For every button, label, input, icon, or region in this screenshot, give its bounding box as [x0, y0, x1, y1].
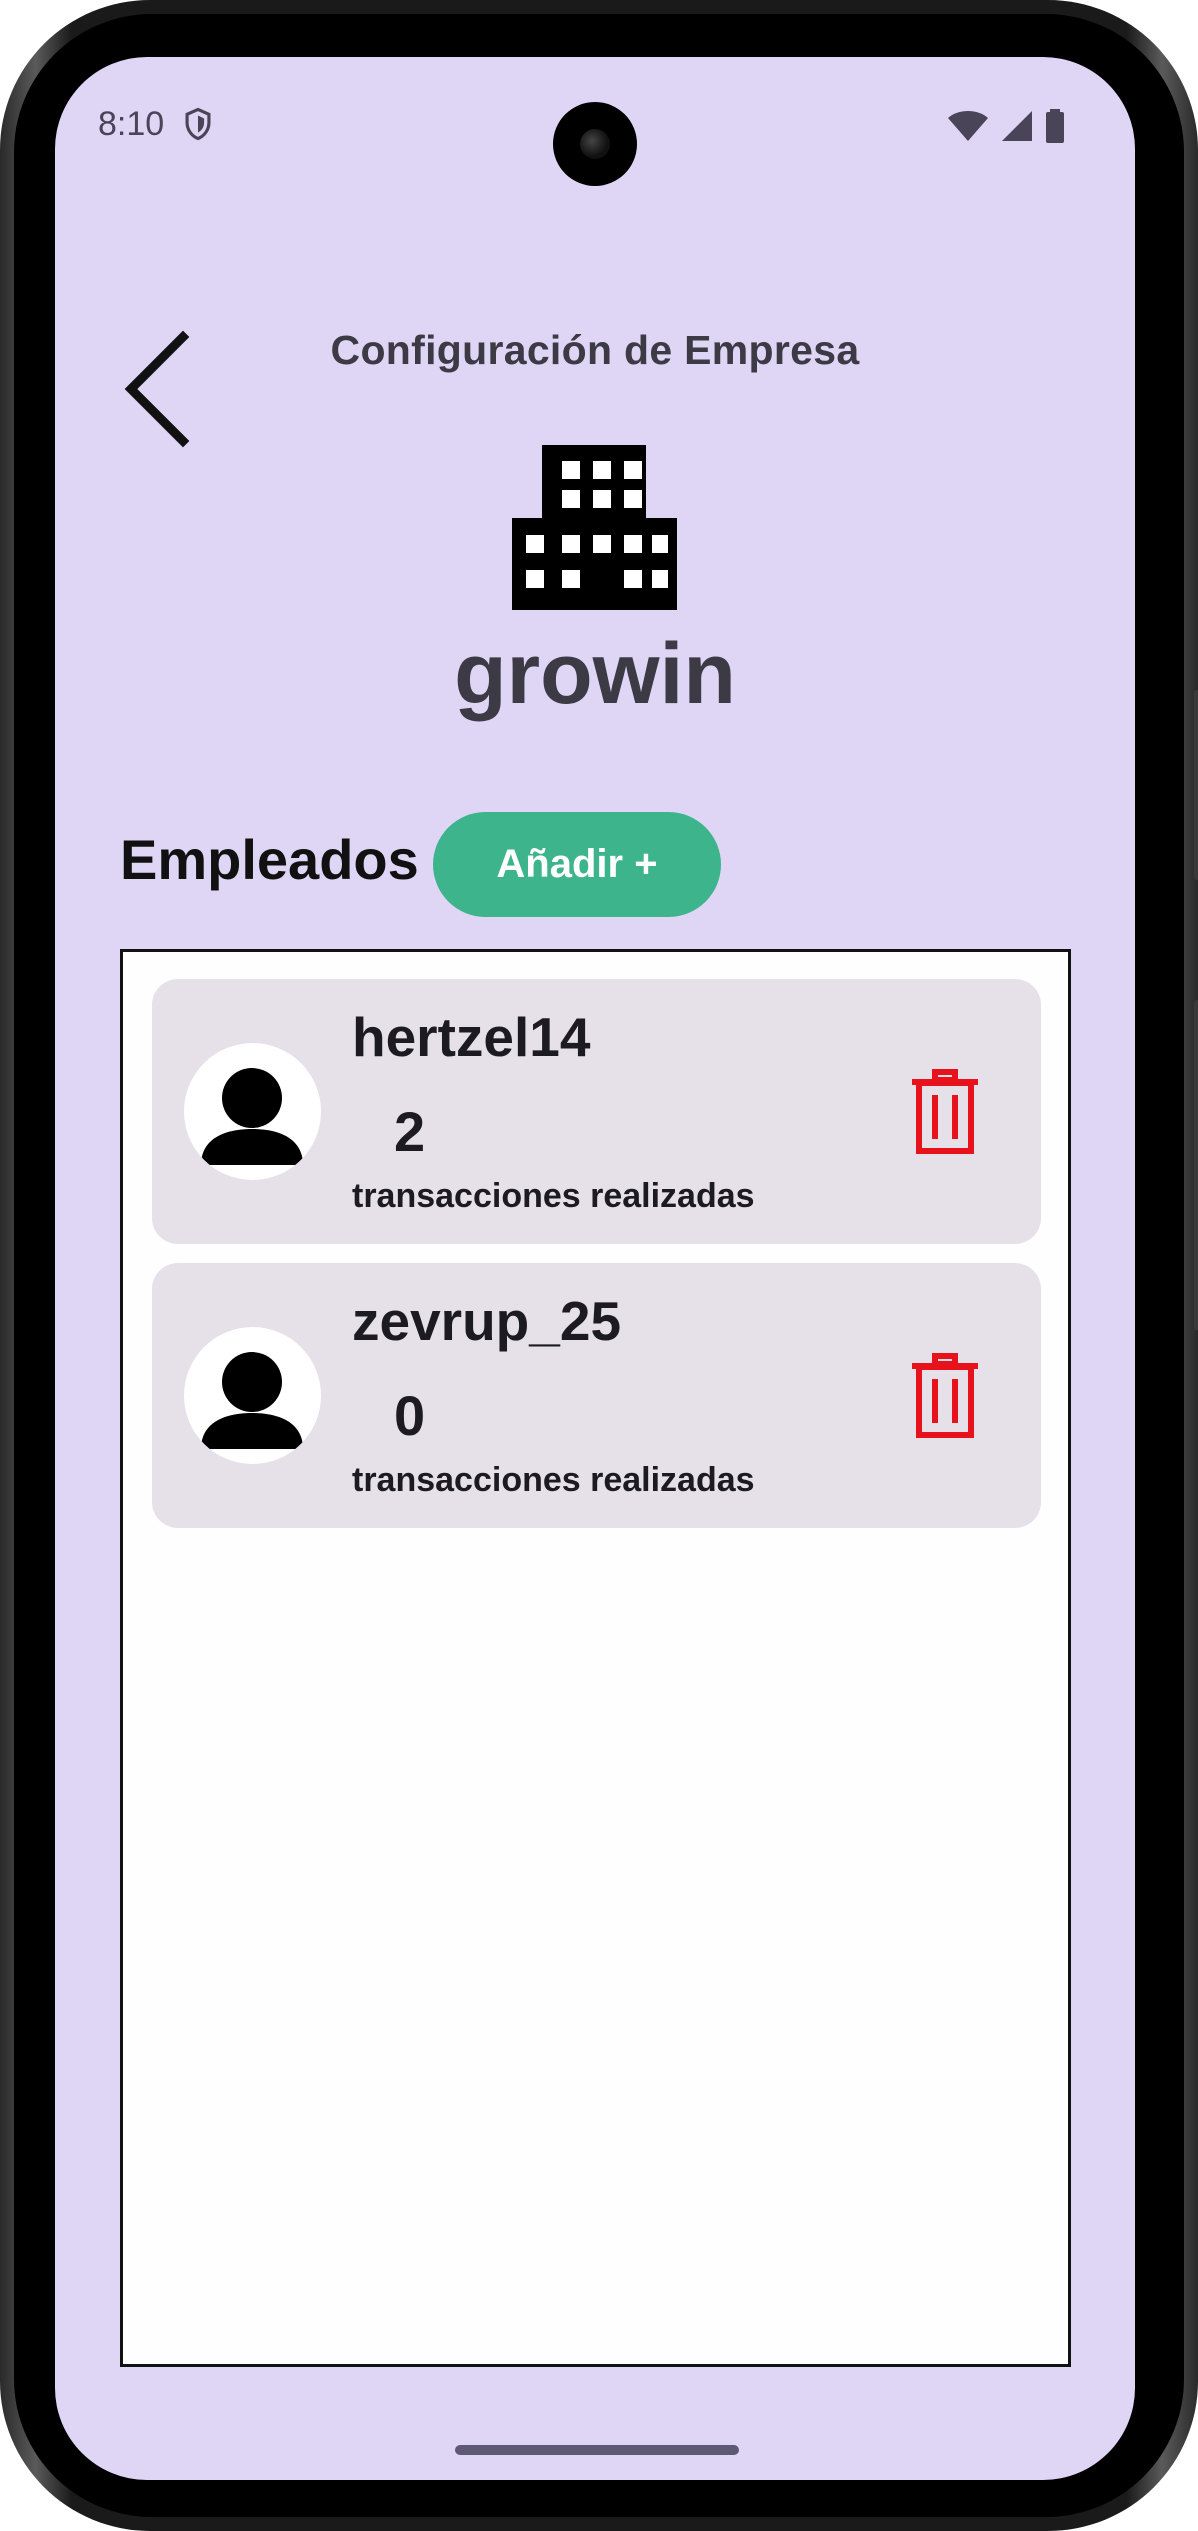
- status-time: 8:10: [98, 105, 165, 143]
- employees-heading: Empleados: [120, 828, 419, 891]
- transaction-count: 0: [394, 1384, 426, 1447]
- company-name: growin: [454, 626, 736, 722]
- camera-cutout: [553, 102, 637, 186]
- wifi-icon: [948, 111, 988, 141]
- status-icons: [947, 109, 1065, 143]
- app-screen: 8:10 Configuración de Empresa growin Emp…: [55, 57, 1135, 2480]
- trash-icon: [912, 1069, 978, 1154]
- volume-button: [1194, 1000, 1198, 1330]
- employee-card[interactable]: zevrup_25 0 transacciones realizadas: [152, 1263, 1041, 1528]
- add-employee-button[interactable]: Añadir +: [433, 812, 721, 917]
- status-bar: 8:10: [55, 57, 1135, 187]
- signal-icon: [1002, 111, 1032, 141]
- transaction-label: transacciones realizadas: [352, 1177, 755, 1215]
- avatar: [184, 1043, 321, 1180]
- power-button: [1194, 690, 1198, 880]
- page-title: Configuración de Empresa: [330, 327, 860, 373]
- person-icon: [201, 1352, 303, 1449]
- transaction-label: transacciones realizadas: [352, 1461, 755, 1499]
- home-indicator[interactable]: [455, 2445, 739, 2455]
- employee-username: zevrup_25: [352, 1290, 622, 1352]
- shield-icon: [185, 107, 211, 141]
- building-icon: [512, 445, 677, 610]
- avatar: [184, 1327, 321, 1464]
- employee-list: hertzel14 2 transacciones realizadas zev…: [120, 949, 1071, 2367]
- employee-card[interactable]: hertzel14 2 transacciones realizadas: [152, 979, 1041, 1244]
- transaction-count: 2: [394, 1100, 426, 1163]
- delete-employee-button[interactable]: [910, 1353, 980, 1438]
- delete-employee-button[interactable]: [910, 1069, 980, 1154]
- trash-icon: [912, 1353, 978, 1438]
- employee-username: hertzel14: [352, 1006, 591, 1068]
- battery-icon: [1046, 109, 1064, 143]
- person-icon: [201, 1068, 303, 1165]
- app-header: Configuración de Empresa: [55, 267, 1135, 448]
- phone-frame: 8:10 Configuración de Empresa growin Emp…: [0, 0, 1198, 2531]
